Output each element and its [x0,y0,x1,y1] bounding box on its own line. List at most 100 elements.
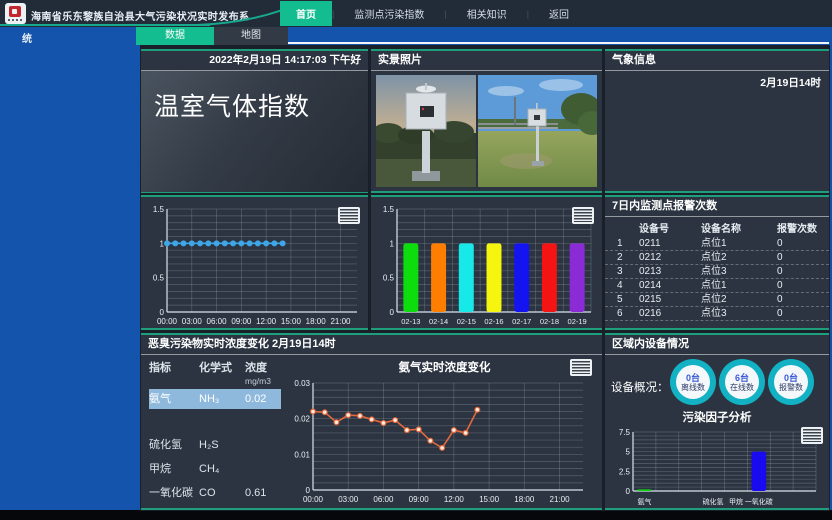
tab-map[interactable]: 地图 [214,27,288,45]
nh3-chart-title: 氨气实时浓度变化 [287,359,602,375]
cell-value: 0.61 [245,483,285,503]
chart-toolbox-icon[interactable] [801,427,823,444]
odor-row-co[interactable]: 一氧化碳 CO 0.61 [149,483,281,503]
svg-text:5: 5 [626,448,631,457]
cell-alarm-count: 0 [777,307,819,320]
online-label: 在线数 [730,383,754,392]
alarm-panel-title: 7日内监测点报警次数 [605,197,829,217]
odor-table: 指标 化学式 浓度 mg/m3 氨气 NH₃ 0.02 硫化氢 H₂S [141,355,287,507]
cell-alarm-count: 0 [777,237,819,250]
photos-panel-title: 实景照片 [371,51,602,71]
svg-text:0.02: 0.02 [294,415,310,424]
svg-text:02-13: 02-13 [401,317,420,326]
stat-inner: 0台 报警数 [774,365,808,399]
weather-panel-title: 气象信息 [605,51,829,71]
odor-panel-title: 恶臭污染物实时浓度变化 2月19日14时 [141,335,602,355]
panel-region-devices: 区域内设备情况 设备概况： 0台 离线数 6台 在线数 0台 报警数 [605,333,829,510]
cell-formula: H₂S [199,435,245,455]
chart-toolbox-icon[interactable] [338,207,360,224]
cell-indicator: 氨气 [149,389,199,409]
cell-device-no: 0214 [639,279,701,292]
svg-text:7.5: 7.5 [619,428,631,437]
cell-device-name: 点位3 [701,307,777,320]
chart-toolbox-icon[interactable] [572,207,594,224]
stat-offline-circle: 0台 离线数 [670,359,716,405]
odor-row-nh3[interactable]: 氨气 NH₃ 0.02 [149,389,281,409]
menu-item-home[interactable]: 首页 [280,1,332,26]
alarm-table: 设备号 设备名称 报警次数 1 0211 点位1 0 2 0212 点位2 0 … [605,222,829,321]
alarm-col-index [617,222,639,237]
svg-text:15:00: 15:00 [479,495,500,504]
svg-text:1.5: 1.5 [153,205,165,214]
offline-count: 0台 [686,373,700,383]
cell-value [245,459,285,479]
table-row: 5 0215 点位2 0 [605,293,829,307]
cell-value [245,435,285,455]
offline-label: 离线数 [681,383,705,392]
odor-body: 指标 化学式 浓度 mg/m3 氨气 NH₃ 0.02 硫化氢 H₂S [141,355,602,507]
svg-text:02-19: 02-19 [568,317,587,326]
bars-chart-body: 00.511.502-1302-1402-1502-1602-1702-1802… [371,197,602,327]
cell-device-name: 点位3 [701,265,777,278]
nh3-chart-area: 氨气实时浓度变化 00.010.020.0300:0003:0006:0009:… [287,355,602,507]
table-row: 6 0216 点位3 0 [605,307,829,321]
svg-text:15:00: 15:00 [281,317,302,326]
chart-toolbox-icon[interactable] [570,359,592,376]
menu-item-back[interactable]: 返回 [529,6,589,21]
table-row: 2 0212 点位2 0 [605,251,829,265]
alarm-col-device-name: 设备名称 [701,222,777,237]
devices-body: 设备概况： 0台 离线数 6台 在线数 0台 报警数 污染因子分析 [605,355,829,507]
cell-indicator: 甲烷 [149,459,199,479]
svg-text:06:00: 06:00 [373,495,394,504]
odor-row-h2s[interactable]: 硫化氢 H₂S [149,435,281,455]
panel-greenhouse-trend-chart: 00.511.500:0003:0006:0009:0012:0015:0018… [141,195,368,330]
device-overview-label: 设备概况： [611,379,669,395]
svg-text:02-15: 02-15 [457,317,476,326]
cell-formula: CH₄ [199,459,245,479]
app-logo-icon [5,3,26,24]
dashboard-root: 统 海南省乐东黎族自治县大气污染状况实时发布系 首页 | 监测点污染指数 | 相… [0,0,832,520]
trend-chart-body: 00.511.500:0003:0006:0009:0012:0015:0018… [141,197,368,327]
cell-device-no: 0211 [639,237,701,250]
weather-body: 2月19日14时 [605,71,829,192]
cell-formula: CO [199,483,245,503]
online-count: 6台 [735,373,749,383]
odor-col-unit: mg/m3 [245,376,271,386]
cell-alarm-count: 0 [777,251,819,264]
cell-formula: NH₃ [199,389,245,409]
svg-text:12:00: 12:00 [256,317,277,326]
cell-index: 2 [617,251,639,264]
svg-text:0: 0 [626,487,631,496]
svg-text:一氧化碳: 一氧化碳 [745,497,773,506]
tab-data[interactable]: 数据 [136,27,214,45]
cell-alarm-count: 0 [777,279,819,292]
svg-text:09:00: 09:00 [409,495,430,504]
svg-text:00:00: 00:00 [303,495,324,504]
menu-item-pollution-index[interactable]: 监测点污染指数 [334,6,444,21]
cell-value: 0.02 [245,389,285,409]
table-row: 3 0213 点位3 0 [605,265,829,279]
svg-text:00:00: 00:00 [157,317,178,326]
svg-text:18:00: 18:00 [514,495,535,504]
panel-greenhouse-index: 2022年2月19日 14:17:03 下午好 温室气体指数 [141,49,368,193]
svg-text:0.01: 0.01 [294,450,310,459]
pollution-factor-chart: 02.557.5氨气硫化氢甲烷一氧化碳 [607,424,825,506]
panel-alarm-counts: 7日内监测点报警次数 设备号 设备名称 报警次数 1 0211 点位1 0 2 … [605,195,829,330]
alarm-table-header: 设备号 设备名称 报警次数 [605,222,829,237]
cell-indicator: 一氧化碳 [149,483,199,503]
svg-text:18:00: 18:00 [306,317,327,326]
cell-indicator: 硫化氢 [149,435,199,455]
logo-subtext [8,19,23,21]
svg-text:氨气: 氨气 [637,497,651,506]
panel-weather-info: 气象信息 2月19日14时 [605,49,829,193]
nh3-trend-chart: 00.010.020.0300:0003:0006:0009:0012:0015… [287,375,592,505]
cell-device-name: 点位2 [701,293,777,306]
svg-text:2.5: 2.5 [619,467,631,476]
cell-device-name: 点位2 [701,251,777,264]
svg-text:12:00: 12:00 [444,495,465,504]
odor-row-ch4[interactable]: 甲烷 CH₄ [149,459,281,479]
menu-item-knowledge[interactable]: 相关知识 [447,6,527,21]
svg-text:0: 0 [390,308,395,317]
odor-col-formula: 化学式 [199,359,245,387]
table-row: 1 0211 点位1 0 [605,237,829,251]
